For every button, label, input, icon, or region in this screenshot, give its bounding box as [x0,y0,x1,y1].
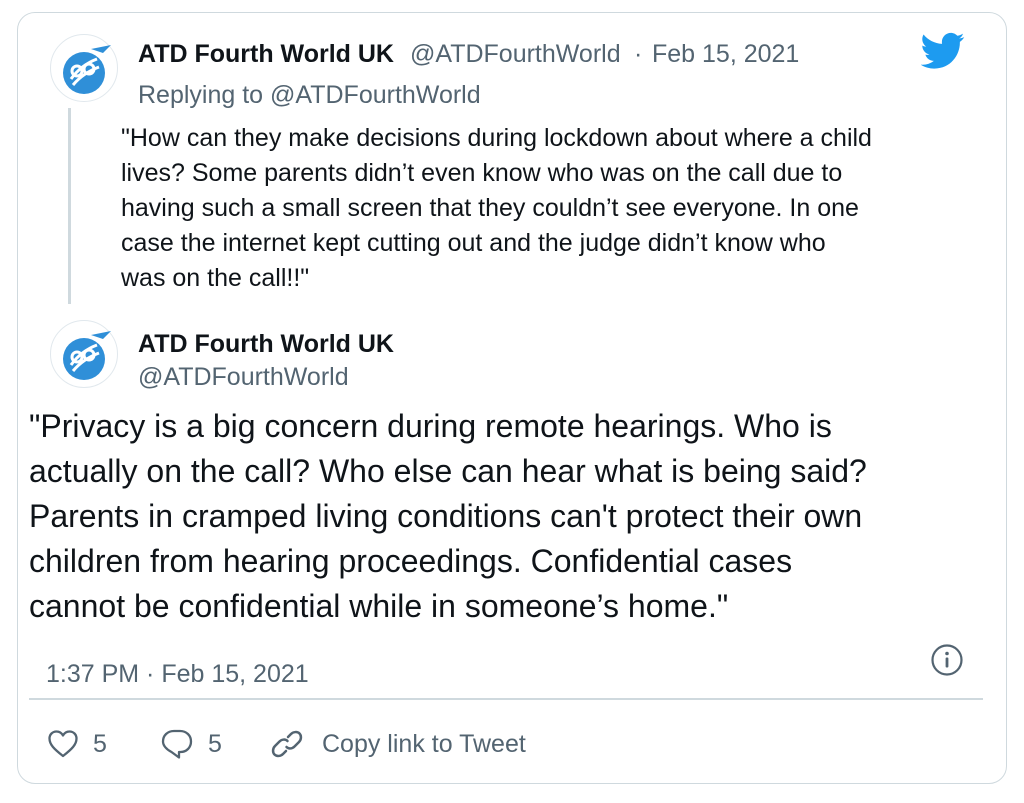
quoted-tweet-text: "How can they make decisions during lock… [121,121,981,296]
heart-icon [47,729,79,759]
quoted-author-handle[interactable]: @ATDFourthWorld [410,40,621,69]
like-button[interactable]: 5 [47,722,107,766]
info-icon[interactable] [930,643,964,677]
quoted-separator: · [634,40,643,68]
replying-to[interactable]: Replying to @ATDFourthWorld [138,81,481,110]
tweet-timestamp[interactable]: 1:37 PM · Feb 15, 2021 [46,660,309,689]
avatar-logo-icon [63,45,111,94]
quoted-text-line: having such a small screen that they cou… [121,194,859,222]
main-author-handle[interactable]: @ATDFourthWorld [138,363,349,392]
main-text-line: children from hearing proceedings. Confi… [29,543,793,579]
main-text-line: actually on the call? Who else can hear … [29,453,867,489]
actions-divider [29,698,983,700]
reply-icon [160,728,194,760]
quoted-author-name[interactable]: ATD Fourth World UK [138,40,394,69]
quoted-text-line: case the internet kept cutting out and t… [121,229,826,257]
copy-link-button[interactable]: Copy link to Tweet [270,722,526,766]
quoted-text-line: lives? Some parents didn’t even know who… [121,159,843,187]
thread-connector-line [68,108,71,304]
main-text-line: Parents in cramped living conditions can… [29,498,863,534]
reply-button[interactable]: 5 [160,722,222,766]
like-count: 5 [93,729,107,758]
quoted-text-line: was on the call!!" [121,264,310,292]
link-icon [270,727,304,761]
main-tweet-text: "Privacy is a big concern during remote … [29,404,989,629]
avatar[interactable] [50,320,118,388]
avatar-logo-icon [63,331,111,380]
reply-count: 5 [208,729,222,758]
copy-link-label: Copy link to Tweet [322,729,526,758]
twitter-logo-icon[interactable] [921,32,965,70]
main-text-line: "Privacy is a big concern during remote … [29,408,832,444]
avatar[interactable] [50,34,118,102]
quoted-date[interactable]: Feb 15, 2021 [652,40,799,69]
main-text-line: cannot be confidential while in someone’… [29,588,729,624]
quoted-text-line: "How can they make decisions during lock… [121,124,872,152]
main-author-name[interactable]: ATD Fourth World UK [138,330,394,359]
